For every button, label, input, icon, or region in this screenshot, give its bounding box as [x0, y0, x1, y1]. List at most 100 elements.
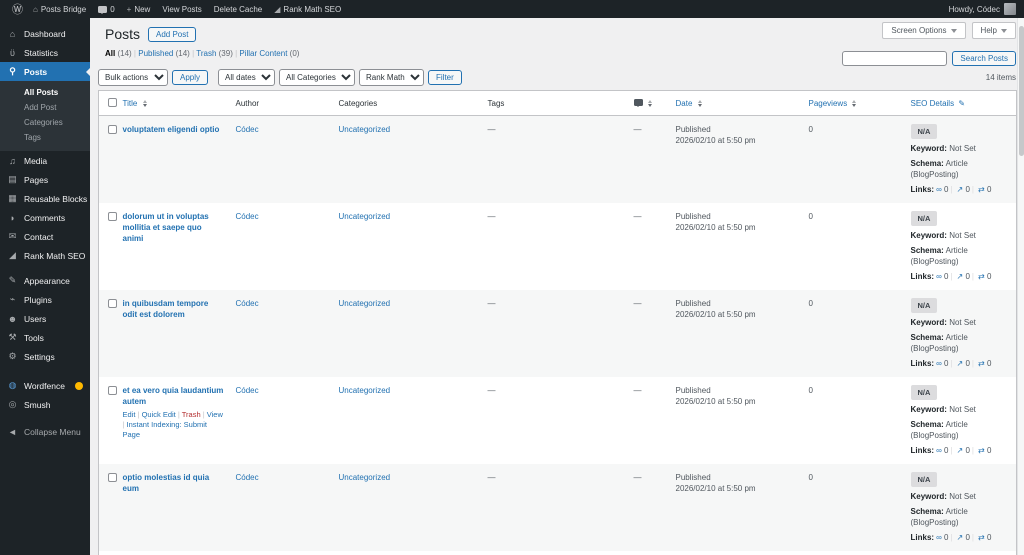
- category-link[interactable]: Uncategorized: [339, 386, 391, 395]
- column-comments[interactable]: [627, 90, 670, 116]
- links-label: Links:: [910, 533, 935, 542]
- post-title-link[interactable]: in quibusdam tempore odit est dolorem: [123, 298, 224, 320]
- apply-button[interactable]: Apply: [172, 70, 209, 85]
- comments-bubble-icon: [98, 5, 108, 14]
- sidebar-item-rank-math-seo[interactable]: ◢ Rank Math SEO: [0, 246, 90, 265]
- sidebar-item-statistics[interactable]: ϋ Statistics: [0, 43, 90, 62]
- avatar[interactable]: [1004, 3, 1016, 15]
- page-title: Posts: [105, 26, 141, 42]
- select-row-checkbox[interactable]: [108, 299, 117, 308]
- select-all-checkbox[interactable]: [108, 98, 117, 107]
- view-all[interactable]: All (14): [105, 49, 138, 58]
- add-post-button[interactable]: Add Post: [148, 26, 197, 42]
- sidebar-item-appearance[interactable]: ✎ Appearance: [0, 271, 90, 290]
- edit-link[interactable]: Edit: [123, 410, 136, 419]
- pageviews-value: 0: [808, 125, 813, 134]
- link-icon: ∞: [936, 533, 942, 542]
- category-link[interactable]: Uncategorized: [339, 473, 391, 482]
- wordfence-icon: ◍: [8, 380, 17, 390]
- filter-button[interactable]: Filter: [428, 70, 462, 85]
- new-menu[interactable]: + New: [121, 5, 157, 14]
- wordpress-logo-icon[interactable]: Ⓦ: [8, 1, 27, 17]
- redirect-count: 0: [986, 446, 992, 455]
- pageviews-value: 0: [808, 299, 813, 308]
- comments-column-icon: [633, 98, 643, 107]
- submenu-item-tags[interactable]: Tags: [0, 130, 90, 145]
- bulk-actions-select[interactable]: Bulk actions: [98, 69, 168, 86]
- reusable-blocks-icon: ▦: [8, 193, 17, 203]
- view-pillar-content[interactable]: Pillar Content (0): [239, 49, 299, 58]
- table-row: dolorum ut in voluptas mollitia et saepe…: [99, 203, 1017, 290]
- sidebar-item-tools[interactable]: ⚒ Tools: [0, 328, 90, 347]
- sidebar-item-users[interactable]: ☻ Users: [0, 309, 90, 328]
- select-row-checkbox[interactable]: [108, 212, 117, 221]
- category-link[interactable]: Uncategorized: [339, 125, 391, 134]
- trash-link[interactable]: Trash: [176, 410, 201, 419]
- categories-filter-select[interactable]: All Categories: [279, 69, 356, 86]
- search-input[interactable]: [842, 51, 948, 66]
- sidebar-item-dashboard[interactable]: ⌂ Dashboard: [0, 24, 90, 43]
- sidebar-item-reusable-blocks[interactable]: ▦ Reusable Blocks: [0, 189, 90, 208]
- sidebar-item-label: Wordfence: [24, 380, 65, 391]
- author-link[interactable]: Códec: [236, 299, 259, 308]
- author-link[interactable]: Códec: [236, 125, 259, 134]
- column-title[interactable]: Title: [116, 90, 230, 116]
- sidebar-item-wordfence[interactable]: ◍ Wordfence: [0, 376, 90, 395]
- view-link[interactable]: View: [201, 410, 223, 419]
- scrollbar-thumb[interactable]: [1019, 26, 1024, 156]
- author-link[interactable]: Códec: [236, 386, 259, 395]
- scrollbar[interactable]: [1017, 18, 1024, 555]
- submenu-item-add-post[interactable]: Add Post: [0, 100, 90, 115]
- sidebar-item-collapse-menu[interactable]: ◄ Collapse Menu: [0, 422, 90, 441]
- column-pageviews[interactable]: Pageviews: [802, 90, 905, 116]
- author-link[interactable]: Códec: [236, 473, 259, 482]
- author-link[interactable]: Códec: [236, 212, 259, 221]
- howdy-label[interactable]: Howdy, Códec: [949, 5, 1000, 14]
- post-title-link[interactable]: voluptatem eligendi optio: [123, 124, 224, 135]
- site-name-menu[interactable]: ⌂ Posts Bridge: [27, 5, 92, 14]
- keyword-label: Keyword:: [910, 144, 947, 153]
- delete-cache-menu[interactable]: Delete Cache: [208, 5, 268, 14]
- column-seo-details[interactable]: SEO Details ✎: [904, 90, 1017, 116]
- dates-filter-select[interactable]: All dates: [218, 69, 276, 86]
- select-row-checkbox[interactable]: [108, 386, 117, 395]
- posts-table: Title Author Categories Tags Date Pagevi…: [98, 90, 1017, 555]
- seo-score-badge: N/A: [910, 124, 938, 139]
- link-icon: ∞: [936, 272, 942, 281]
- category-link[interactable]: Uncategorized: [339, 212, 391, 221]
- sidebar-item-posts[interactable]: ⚲ Posts: [0, 62, 90, 81]
- sidebar-item-pages[interactable]: ▤ Pages: [0, 170, 90, 189]
- external-link-icon: ↗: [956, 446, 964, 455]
- sidebar-item-contact[interactable]: ✉ Contact: [0, 227, 90, 246]
- submenu-item-all-posts[interactable]: All Posts: [0, 85, 90, 100]
- screen-options-button[interactable]: Screen Options: [882, 22, 966, 39]
- submenu-item-categories[interactable]: Categories: [0, 115, 90, 130]
- post-title-link[interactable]: dolorum ut in voluptas mollitia et saepe…: [123, 211, 224, 244]
- post-title-link[interactable]: et ea vero quia laudantium autem: [123, 385, 224, 407]
- comments-menu[interactable]: 0: [92, 5, 120, 14]
- link-count: 0: [944, 185, 949, 194]
- post-title-link[interactable]: optio molestias id quia eum: [123, 472, 224, 494]
- search-posts-button[interactable]: Search Posts: [952, 51, 1016, 66]
- help-button[interactable]: Help: [971, 22, 1016, 39]
- post-status: Published: [675, 299, 711, 308]
- rank-math-filter-select[interactable]: Rank Math: [359, 69, 425, 86]
- external-link-count: 0: [965, 272, 970, 281]
- sidebar-item-comments[interactable]: ◗ Comments: [0, 208, 90, 227]
- schema-label: Schema:: [910, 420, 944, 429]
- comments-value: —: [633, 125, 642, 134]
- sidebar-item-media[interactable]: ♫ Media: [0, 151, 90, 170]
- rank-math-menu[interactable]: ◢ Rank Math SEO: [268, 5, 347, 14]
- sidebar-item-plugins[interactable]: ⌁ Plugins: [0, 290, 90, 309]
- view-published[interactable]: Published (14): [138, 49, 196, 58]
- category-link[interactable]: Uncategorized: [339, 299, 391, 308]
- view-posts-menu[interactable]: View Posts: [156, 5, 207, 14]
- select-row-checkbox[interactable]: [108, 473, 117, 482]
- instant-indexing-link[interactable]: Instant Indexing: Submit Page: [123, 420, 208, 439]
- sidebar-item-smush[interactable]: ◎ Smush: [0, 395, 90, 414]
- sidebar-item-settings[interactable]: ⚙ Settings: [0, 347, 90, 366]
- view-trash[interactable]: Trash (39): [196, 49, 239, 58]
- column-date[interactable]: Date: [669, 90, 803, 116]
- select-row-checkbox[interactable]: [108, 125, 117, 134]
- quick-edit-link[interactable]: Quick Edit: [135, 410, 175, 419]
